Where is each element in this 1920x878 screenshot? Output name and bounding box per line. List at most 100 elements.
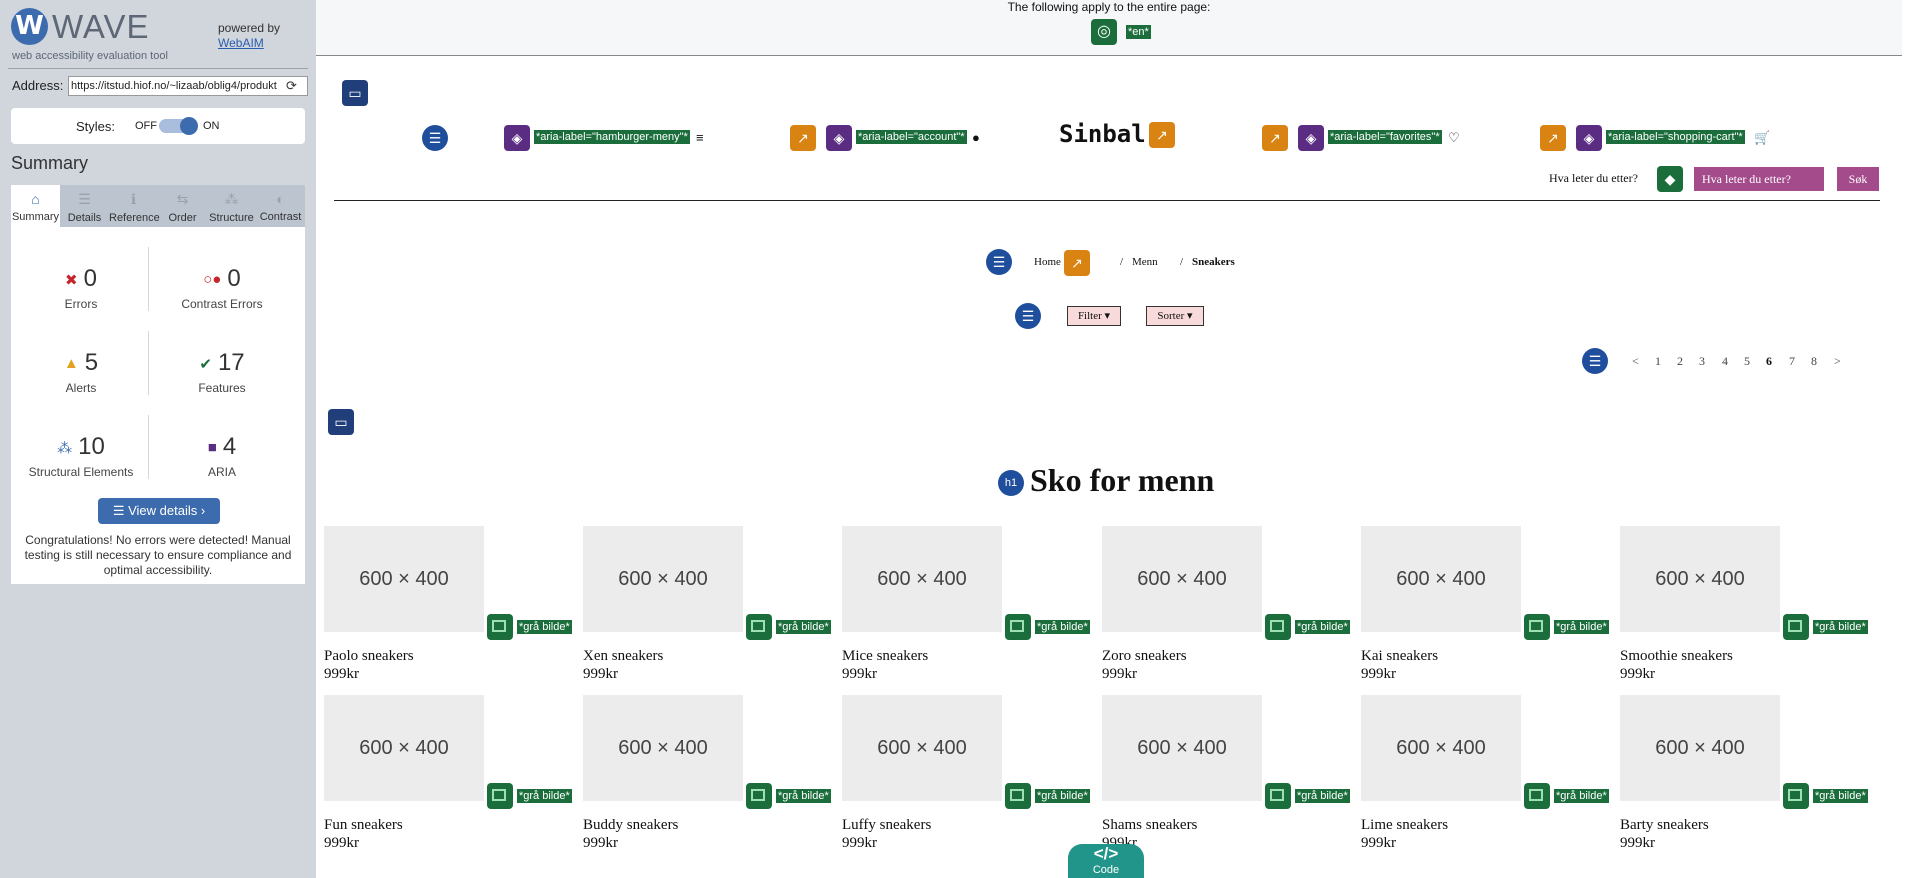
address-input[interactable]: https://itstud.hiof.no/~lizaab/oblig4/pr… [68,76,308,96]
aria-label-icon[interactable]: ◈ [504,125,530,151]
styles-toggle[interactable] [159,117,198,135]
alert-link-icon[interactable]: ↗ [1064,250,1090,276]
stat-errors[interactable]: ✖ 0 Errors [16,265,146,311]
product-image[interactable]: 600 × 400 [1102,526,1262,632]
image-alt-icon[interactable] [487,783,513,809]
product-image[interactable]: 600 × 400 [1102,695,1262,801]
tab-summary[interactable]: ⌂ Summary [11,185,60,227]
aria-label-icon[interactable]: ◈ [1298,125,1324,151]
h1-icon[interactable]: h1 [998,470,1024,496]
tab-order[interactable]: ⇆ Order [158,185,207,227]
pagination-next[interactable]: > [1834,354,1841,369]
alert-link-icon[interactable]: ↗ [790,125,816,151]
product-image[interactable]: 600 × 400 [1361,695,1521,801]
product-image[interactable]: 600 × 400 [1620,695,1780,801]
product-name[interactable]: Xen sneakers [583,648,663,665]
alert-link-icon[interactable]: ↗ [1540,125,1566,151]
account-icon[interactable]: ● [972,130,980,145]
label-feature-icon[interactable]: ◆ [1657,166,1683,192]
product-card[interactable]: 600 × 400 *grå bilde* Xen sneakers 999kr [583,526,843,691]
filter-button[interactable]: Filter ▾ [1067,306,1121,326]
globe-icon[interactable]: ◎ [1091,19,1117,45]
tab-reference[interactable]: ℹ Reference [109,185,160,227]
image-alt-icon[interactable] [1524,783,1550,809]
pagination-page[interactable]: 7 [1789,354,1795,369]
list-icon[interactable]: ☰ [422,125,448,151]
brand-logo[interactable]: Sinbal [1059,120,1146,148]
product-name[interactable]: Mice sneakers [842,648,928,665]
product-card[interactable]: 600 × 400 *grå bilde* Kai sneakers 999kr [1361,526,1621,691]
code-toggle-button[interactable]: </> Code [1068,844,1144,878]
stat-structural[interactable]: ⁂ 10 Structural Elements [16,433,146,479]
product-card[interactable]: 600 × 400 *grå bilde* Barty sneakers 999kr [1620,695,1880,860]
image-alt-icon[interactable] [1524,614,1550,640]
pagination-page[interactable]: 5 [1744,354,1750,369]
image-alt-icon[interactable] [746,783,772,809]
stat-contrast-errors[interactable]: ○● 0 Contrast Errors [157,265,287,311]
product-image[interactable]: 600 × 400 [324,695,484,801]
tab-contrast[interactable]: ◐ Contrast [256,185,305,227]
product-image[interactable]: 600 × 400 [842,695,1002,801]
product-name[interactable]: Shams sneakers [1102,817,1197,834]
alert-link-icon[interactable]: ↗ [1149,122,1175,148]
product-name[interactable]: Kai sneakers [1361,648,1438,665]
aria-label-icon[interactable]: ◈ [826,125,852,151]
product-card[interactable]: 600 × 400 *grå bilde* Lime sneakers 999kr [1361,695,1621,860]
stat-features[interactable]: ✔ 17 Features [157,349,287,395]
product-name[interactable]: Buddy sneakers [583,817,678,834]
list-icon[interactable]: ☰ [1582,348,1608,374]
image-alt-icon[interactable] [746,614,772,640]
list-icon[interactable]: ☰ [1015,303,1041,329]
product-name[interactable]: Smoothie sneakers [1620,648,1733,665]
main-landmark-icon[interactable]: ▭ [328,409,354,435]
cart-icon[interactable]: 🛒 [1754,130,1770,146]
image-alt-icon[interactable] [1783,614,1809,640]
product-card[interactable]: 600 × 400 *grå bilde* Zoro sneakers 999kr [1102,526,1362,691]
list-icon[interactable]: ☰ [986,249,1012,275]
product-card[interactable]: 600 × 400 *grå bilde* Paolo sneakers 999kr [324,526,584,691]
pagination-current-page[interactable]: 6 [1766,354,1772,369]
alert-link-icon[interactable]: ↗ [1262,125,1288,151]
pagination-page[interactable]: 1 [1655,354,1661,369]
product-name[interactable]: Zoro sneakers [1102,648,1187,665]
product-name[interactable]: Lime sneakers [1361,817,1448,834]
image-alt-icon[interactable] [487,614,513,640]
refresh-icon[interactable]: ⟳ [286,78,297,94]
product-name[interactable]: Barty sneakers [1620,817,1709,834]
webaim-link[interactable]: WebAIM [218,36,264,50]
pagination-prev[interactable]: < [1632,354,1639,369]
product-image[interactable]: 600 × 400 [324,526,484,632]
stat-alerts[interactable]: ▲ 5 Alerts [16,349,146,395]
product-name[interactable]: Fun sneakers [324,817,403,834]
product-card[interactable]: 600 × 400 *grå bilde* Smoothie sneakers 999… [1620,526,1880,691]
product-image[interactable]: 600 × 400 [583,695,743,801]
heart-icon[interactable]: ♡ [1448,130,1460,146]
aria-label-icon[interactable]: ◈ [1576,125,1602,151]
view-details-button[interactable]: ☰ View details › [98,498,220,524]
product-image[interactable]: 600 × 400 [1620,526,1780,632]
search-button[interactable]: Søk [1837,167,1879,191]
product-image[interactable]: 600 × 400 [842,526,1002,632]
sort-button[interactable]: Sorter ▾ [1146,306,1204,326]
search-input[interactable]: Hva leter du etter? [1694,167,1824,191]
pagination-page[interactable]: 3 [1699,354,1705,369]
pagination-page[interactable]: 8 [1811,354,1817,369]
image-alt-icon[interactable] [1783,783,1809,809]
tab-details[interactable]: ☰ Details [60,185,109,227]
product-image[interactable]: 600 × 400 [1361,526,1521,632]
image-alt-icon[interactable] [1265,783,1291,809]
image-alt-icon[interactable] [1005,783,1031,809]
product-card[interactable]: 600 × 400 *grå bilde* Fun sneakers 999kr [324,695,584,860]
hamburger-icon[interactable]: ≡ [696,130,704,145]
product-card[interactable]: 600 × 400 *grå bilde* Mice sneakers 999kr [842,526,1102,691]
tab-structure[interactable]: ⁂ Structure [207,185,256,227]
pagination-page[interactable]: 2 [1677,354,1683,369]
breadcrumb-men[interactable]: Menn [1132,256,1158,268]
product-name[interactable]: Luffy sneakers [842,817,931,834]
stat-aria[interactable]: ■ 4 ARIA [157,433,287,479]
header-landmark-icon[interactable]: ▭ [342,80,368,106]
product-image[interactable]: 600 × 400 [583,526,743,632]
breadcrumb-home[interactable]: Home [1034,256,1061,268]
product-name[interactable]: Paolo sneakers [324,648,414,665]
product-card[interactable]: 600 × 400 *grå bilde* Buddy sneakers 999kr [583,695,843,860]
